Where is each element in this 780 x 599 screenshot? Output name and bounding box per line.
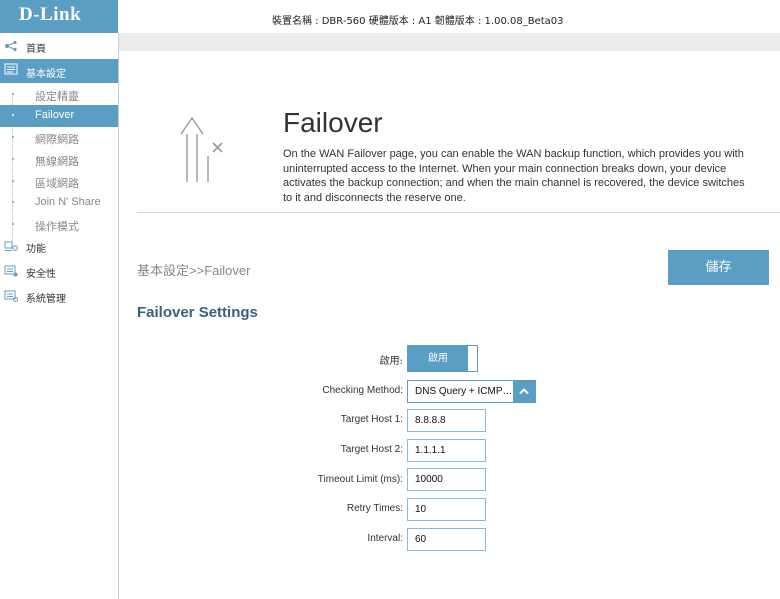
sidebar: 首頁 基本設定 設定精靈 Failover 網際網路 無線網路 區域網路 Joi…	[0, 33, 119, 599]
interval-input[interactable]	[407, 528, 486, 551]
sidebar-item-features[interactable]: 功能	[0, 236, 118, 258]
checking-method-select[interactable]: DNS Query + ICMP…	[407, 380, 536, 403]
chevron-up-icon[interactable]	[513, 381, 535, 402]
sidebar-subitem-internet[interactable]: 網際網路	[0, 127, 118, 148]
sidebar-item-home[interactable]: 首頁	[0, 36, 118, 58]
sidebar-item-security[interactable]: 安全性	[0, 261, 118, 283]
bullet-dot	[12, 93, 14, 95]
breadcrumb-current: >>Failover	[189, 263, 251, 278]
sidebar-item-label: 安全性	[26, 269, 56, 280]
logo-area: D-Link	[0, 0, 118, 33]
sidebar-subitem-operation-mode[interactable]: 操作模式	[0, 214, 118, 235]
bullet-dot	[12, 223, 14, 225]
sidebar-subitem-label: 無線網路	[35, 155, 79, 168]
settings-list-icon	[4, 63, 18, 75]
sidebar-subitem-wizard[interactable]: 設定精靈	[0, 84, 118, 105]
bullet-dot	[12, 158, 14, 160]
target-host1-input[interactable]	[407, 409, 486, 432]
bullet-dot	[12, 180, 14, 182]
sidebar-item-label: 系統管理	[26, 294, 66, 305]
section-title: Failover Settings	[137, 304, 258, 321]
page-description: On the WAN Failover page, you can enable…	[283, 148, 745, 204]
sidebar-item-label: 首頁	[26, 44, 46, 55]
enable-toggle[interactable]: 啟用	[407, 345, 478, 372]
bullet-dot	[12, 136, 14, 138]
page-title: Failover	[283, 107, 383, 138]
sidebar-subitem-wireless[interactable]: 無線網路	[0, 149, 118, 170]
features-icon	[4, 240, 18, 252]
top-bar: 裝置名稱 : DBR-560 硬體版本 : A1 韌體版本 : 1.00.08_…	[118, 0, 780, 33]
breadcrumb: 基本設定>>Failover	[137, 260, 250, 279]
content-top-bar	[119, 33, 780, 51]
retry-label: Retry Times:	[346, 503, 403, 514]
divider	[137, 212, 780, 213]
timeout-input[interactable]	[407, 468, 486, 491]
breadcrumb-parent: 基本設定	[137, 264, 190, 279]
sidebar-subitem-lan[interactable]: 區域網路	[0, 171, 118, 192]
enable-toggle-state: 啟用	[408, 346, 468, 371]
retry-input[interactable]	[407, 498, 486, 521]
sidebar-subitem-label: Join N' Share	[35, 196, 101, 208]
target-host1-label: Target Host 1:	[340, 414, 403, 425]
target-host2-input[interactable]	[407, 439, 486, 462]
checking-method-value: DNS Query + ICMP…	[415, 386, 513, 397]
sidebar-item-label: 功能	[26, 244, 46, 255]
target-host2-label: Target Host 2:	[340, 444, 403, 455]
timeout-label: Timeout Limit (ms):	[317, 474, 403, 485]
checking-method-label: Checking Method:	[322, 385, 403, 396]
dlink-logo: D-Link	[19, 4, 82, 25]
bullet-dot	[12, 201, 14, 203]
sidebar-subitem-label: 區域網路	[35, 177, 79, 190]
enable-label: 啟用:	[379, 356, 403, 367]
bullet-dot	[12, 114, 14, 116]
sidebar-item-basic-settings[interactable]: 基本設定	[0, 59, 118, 83]
sidebar-subitem-label: 操作模式	[35, 220, 79, 233]
sidebar-subitem-label: 網際網路	[35, 133, 79, 146]
sidebar-subitem-label: Failover	[35, 109, 75, 121]
sidebar-subitem-label: 設定精靈	[35, 90, 79, 103]
interval-label: Interval:	[367, 533, 403, 544]
failover-arrows-icon	[178, 112, 228, 184]
security-icon	[4, 265, 18, 277]
device-info: 裝置名稱 : DBR-560 硬體版本 : A1 韌體版本 : 1.00.08_…	[272, 16, 564, 27]
sidebar-subitem-failover[interactable]: Failover	[0, 105, 118, 127]
sidebar-item-system-management[interactable]: 系統管理	[0, 286, 118, 308]
network-home-icon	[4, 40, 18, 52]
sidebar-item-label: 基本設定	[26, 69, 66, 80]
system-management-icon	[4, 290, 18, 302]
sidebar-subitem-join-n-share[interactable]: Join N' Share	[0, 192, 118, 213]
save-button[interactable]: 儲存	[668, 250, 769, 285]
